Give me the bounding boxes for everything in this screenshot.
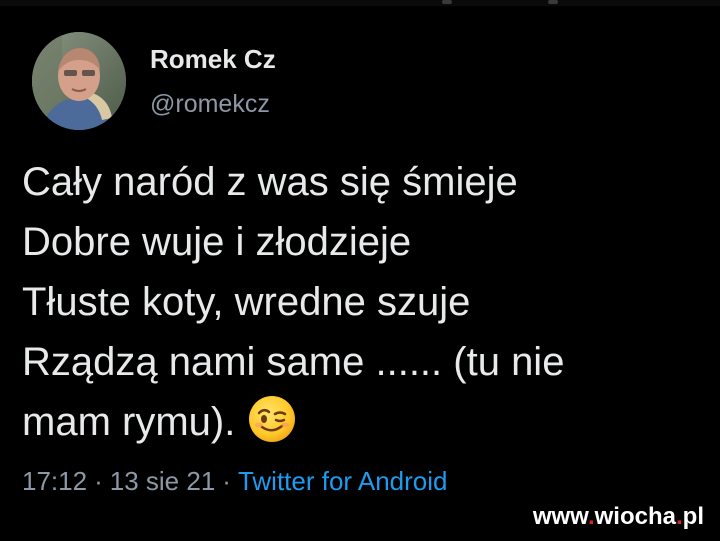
avatar[interactable] (32, 32, 126, 130)
watermark-dot: . (676, 503, 683, 530)
tweet-date[interactable]: 13 sie 21 (110, 466, 216, 496)
tweet-line-text: mam rymu). (22, 400, 236, 444)
watermark-dot: . (587, 503, 595, 530)
watermark-prefix: www (532, 503, 588, 530)
author-display-name[interactable]: Romek Cz (150, 44, 276, 75)
tweet-card: Romek Cz @romekcz Cały naród z was się ś… (0, 0, 720, 541)
tweet-text: Cały naród z was się śmieje Dobre wuje i… (22, 152, 702, 452)
tweet-source-link[interactable]: Twitter for Android (238, 466, 448, 496)
tweet-line: Dobre wuje i złodzieje (22, 220, 412, 264)
tweet-line: Rządzą nami same ...... (tu nie (22, 340, 565, 384)
winking-face-icon (247, 394, 297, 444)
watermark: www.wiocha.pl (533, 503, 704, 531)
tweet-time[interactable]: 17:12 (22, 466, 87, 496)
tweet-line: Cały naród z was się śmieje (22, 160, 518, 204)
author-handle[interactable]: @romekcz (150, 90, 270, 119)
tweet-metadata: 17:12 · 13 sie 21 · Twitter for Android (22, 466, 448, 497)
tweet-line: Tłuste koty, wredne szuje (22, 280, 471, 324)
watermark-name: wiocha (594, 503, 676, 530)
meta-separator: · (222, 466, 231, 496)
tweet-line-last: mam rymu). (22, 392, 702, 452)
avatar-image (32, 32, 126, 130)
watermark-tld: pl (682, 503, 704, 530)
meta-separator: · (94, 466, 103, 496)
